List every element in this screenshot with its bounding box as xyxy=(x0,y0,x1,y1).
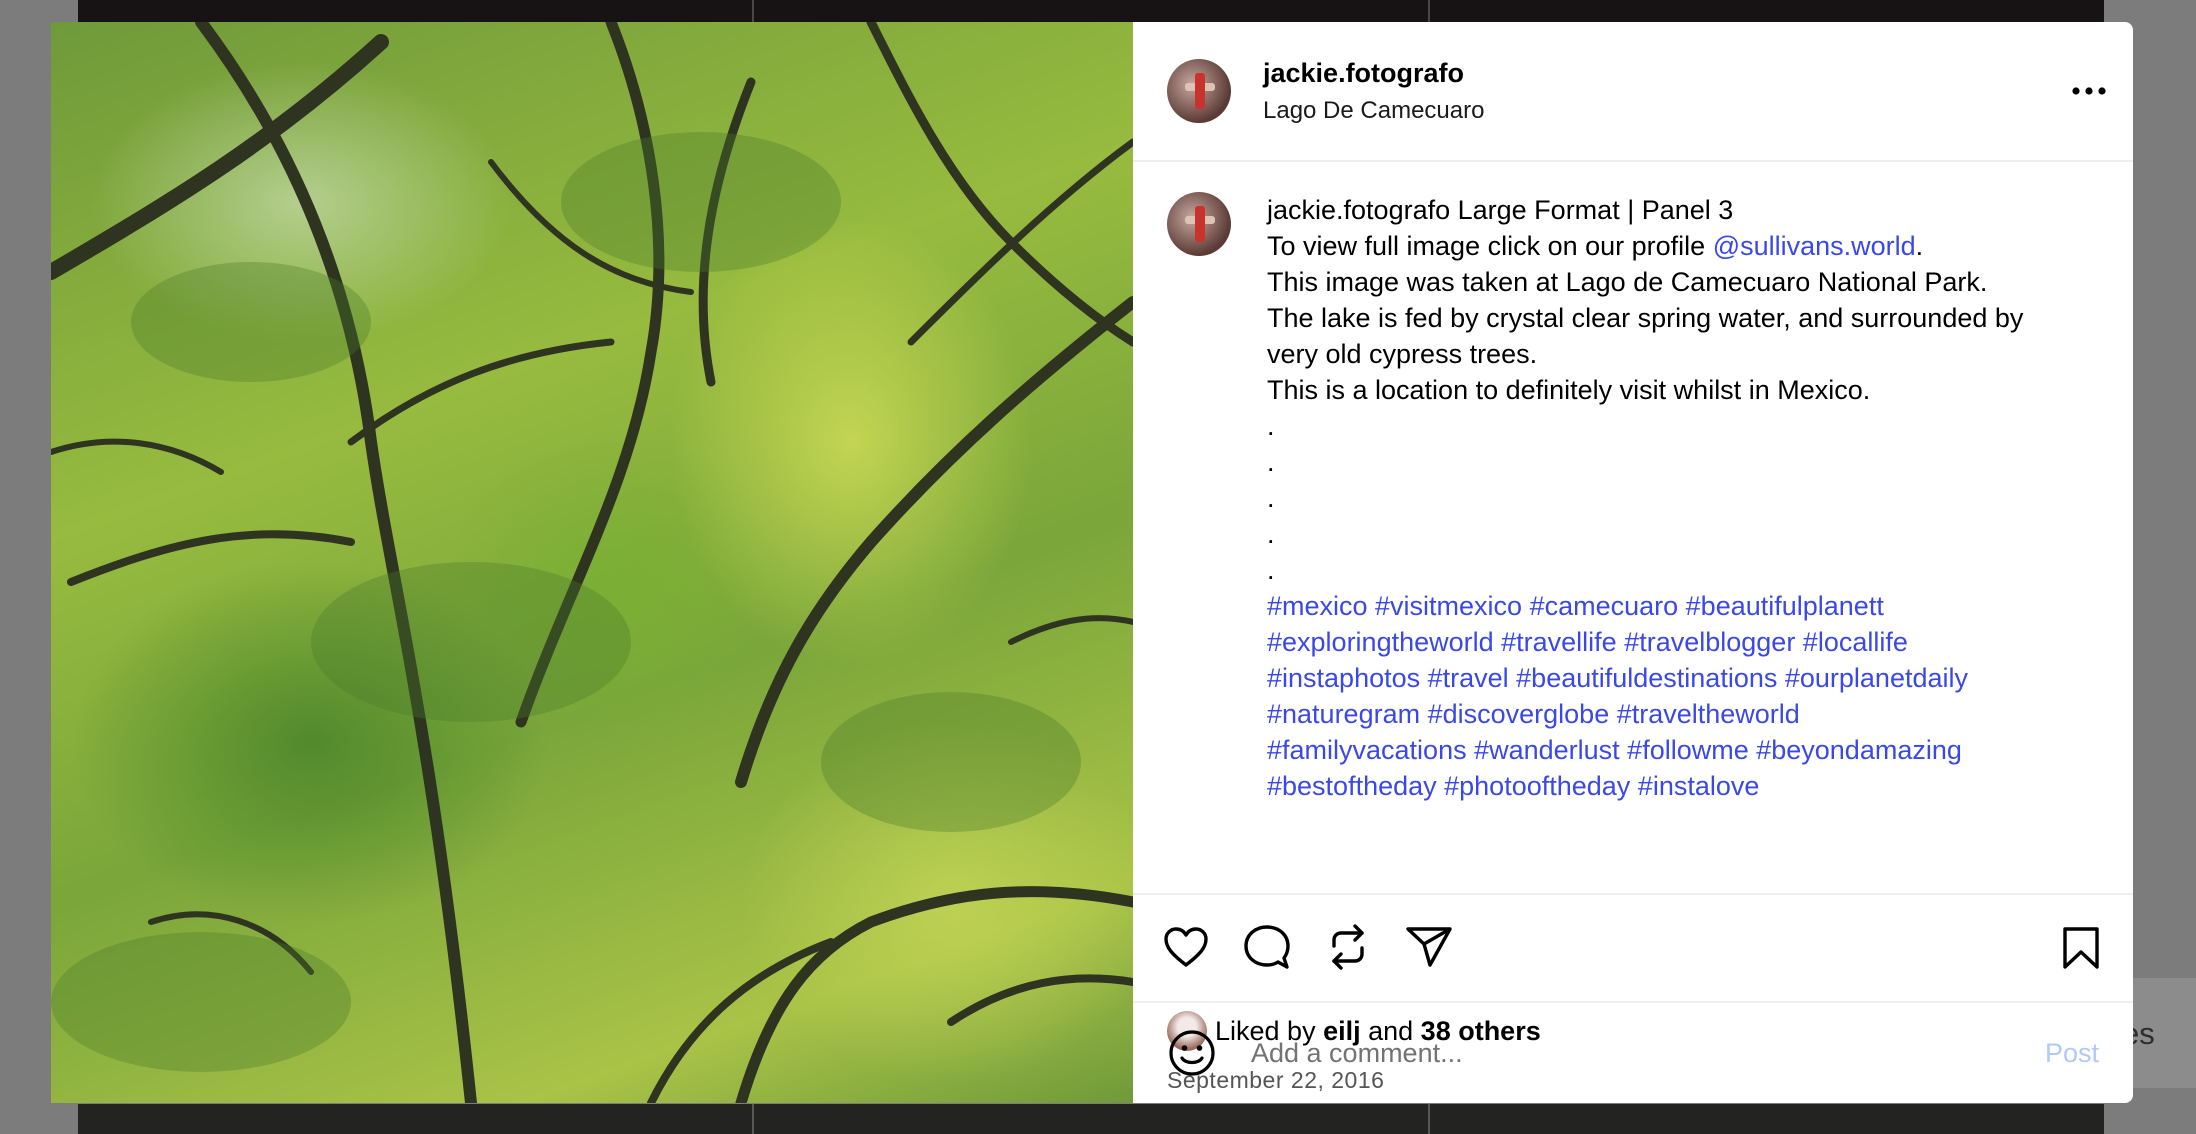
heart-icon xyxy=(1164,927,1208,967)
more-horizontal-icon xyxy=(2072,87,2106,95)
caption-username[interactable]: jackie.fotografo xyxy=(1267,195,1450,225)
repost-icon xyxy=(1332,924,1364,970)
share-button[interactable] xyxy=(1404,922,1454,972)
caption-dot: . xyxy=(1267,411,1275,441)
emoji-button[interactable] xyxy=(1167,1028,1217,1078)
bookmark-icon xyxy=(2063,927,2099,969)
comment-button[interactable] xyxy=(1242,922,1292,972)
post-caption: jackie.fotografo Large Format | Panel 3 … xyxy=(1267,192,2067,804)
repost-button[interactable] xyxy=(1323,922,1373,972)
hashtag-line[interactable]: #instaphotos #travel #beautifuldestinati… xyxy=(1267,660,2067,696)
post-actions-bar xyxy=(1133,895,2133,999)
post-details-panel: jackie.fotografo Lago De Camecuaro jacki… xyxy=(1133,22,2133,1103)
avatar-figure xyxy=(1195,73,1205,109)
caption-dot: . xyxy=(1267,519,1275,549)
tree-branches-illustration xyxy=(51,22,1133,1103)
caption-text: . xyxy=(1915,231,1924,261)
background-feed-bottom xyxy=(78,1104,2104,1134)
hashtag-line[interactable]: #bestoftheday #photooftheday #instalove xyxy=(1267,768,2067,804)
post-modal: jackie.fotografo Lago De Camecuaro jacki… xyxy=(51,22,2133,1103)
caption-dot: . xyxy=(1267,483,1275,513)
comment-input[interactable] xyxy=(1249,1036,2045,1070)
more-options-button[interactable] xyxy=(2067,71,2111,111)
caption-dot: . xyxy=(1267,447,1275,477)
caption-row: jackie.fotografo Large Format | Panel 3 … xyxy=(1167,192,2099,804)
caption-dot: . xyxy=(1267,555,1275,585)
hashtag-line[interactable]: #mexico #visitmexico #camecuaro #beautif… xyxy=(1267,588,2067,624)
post-photo[interactable] xyxy=(51,22,1133,1103)
paper-plane-icon xyxy=(1406,927,1452,967)
caption-text: To view full image click on our profile xyxy=(1267,231,1713,261)
caption-line: This image was taken at Lago de Camecuar… xyxy=(1267,267,1988,297)
background-separator xyxy=(1428,0,1430,24)
hashtag-line[interactable]: #exploringtheworld #travellife #travelbl… xyxy=(1267,624,2067,660)
hashtags: #mexico #visitmexico #camecuaro #beautif… xyxy=(1267,588,2067,804)
save-button[interactable] xyxy=(2057,923,2105,973)
post-comment-button[interactable]: Post xyxy=(2045,1038,2099,1069)
hashtag-line[interactable]: #familyvacations #wanderlust #followme #… xyxy=(1267,732,2067,768)
comment-bubble-icon xyxy=(1244,925,1290,969)
avatar-figure xyxy=(1195,206,1205,242)
comments-section[interactable]: jackie.fotografo Large Format | Panel 3 … xyxy=(1133,162,2133,895)
caption-title-line: jackie.fotografo Large Format | Panel 3 xyxy=(1267,192,2067,228)
smiley-icon xyxy=(1169,1030,1215,1076)
background-separator xyxy=(752,1104,754,1134)
caption-line: This is a location to definitely visit w… xyxy=(1267,375,1871,405)
post-header: jackie.fotografo Lago De Camecuaro xyxy=(1133,22,2133,162)
author-info: jackie.fotografo Lago De Camecuaro xyxy=(1263,55,1484,127)
author-avatar[interactable] xyxy=(1167,59,1231,123)
caption-author-avatar[interactable] xyxy=(1167,192,1231,256)
profile-mention-link[interactable]: @sullivans.world xyxy=(1713,231,1916,261)
caption-line: To view full image click on our profile … xyxy=(1267,228,2067,264)
post-location[interactable]: Lago De Camecuaro xyxy=(1263,95,1484,127)
background-feed-top xyxy=(78,0,2104,24)
hashtag-line[interactable]: #naturegram #discoverglobe #travelthewor… xyxy=(1267,696,2067,732)
caption-title: Large Format | Panel 3 xyxy=(1457,195,1734,225)
background-separator xyxy=(1428,1104,1430,1134)
author-username[interactable]: jackie.fotografo xyxy=(1263,55,1484,91)
comment-bar: Post xyxy=(1133,1001,2133,1103)
caption-line: The lake is fed by crystal clear spring … xyxy=(1267,303,2024,369)
like-button[interactable] xyxy=(1161,922,1211,972)
background-separator xyxy=(752,0,754,24)
